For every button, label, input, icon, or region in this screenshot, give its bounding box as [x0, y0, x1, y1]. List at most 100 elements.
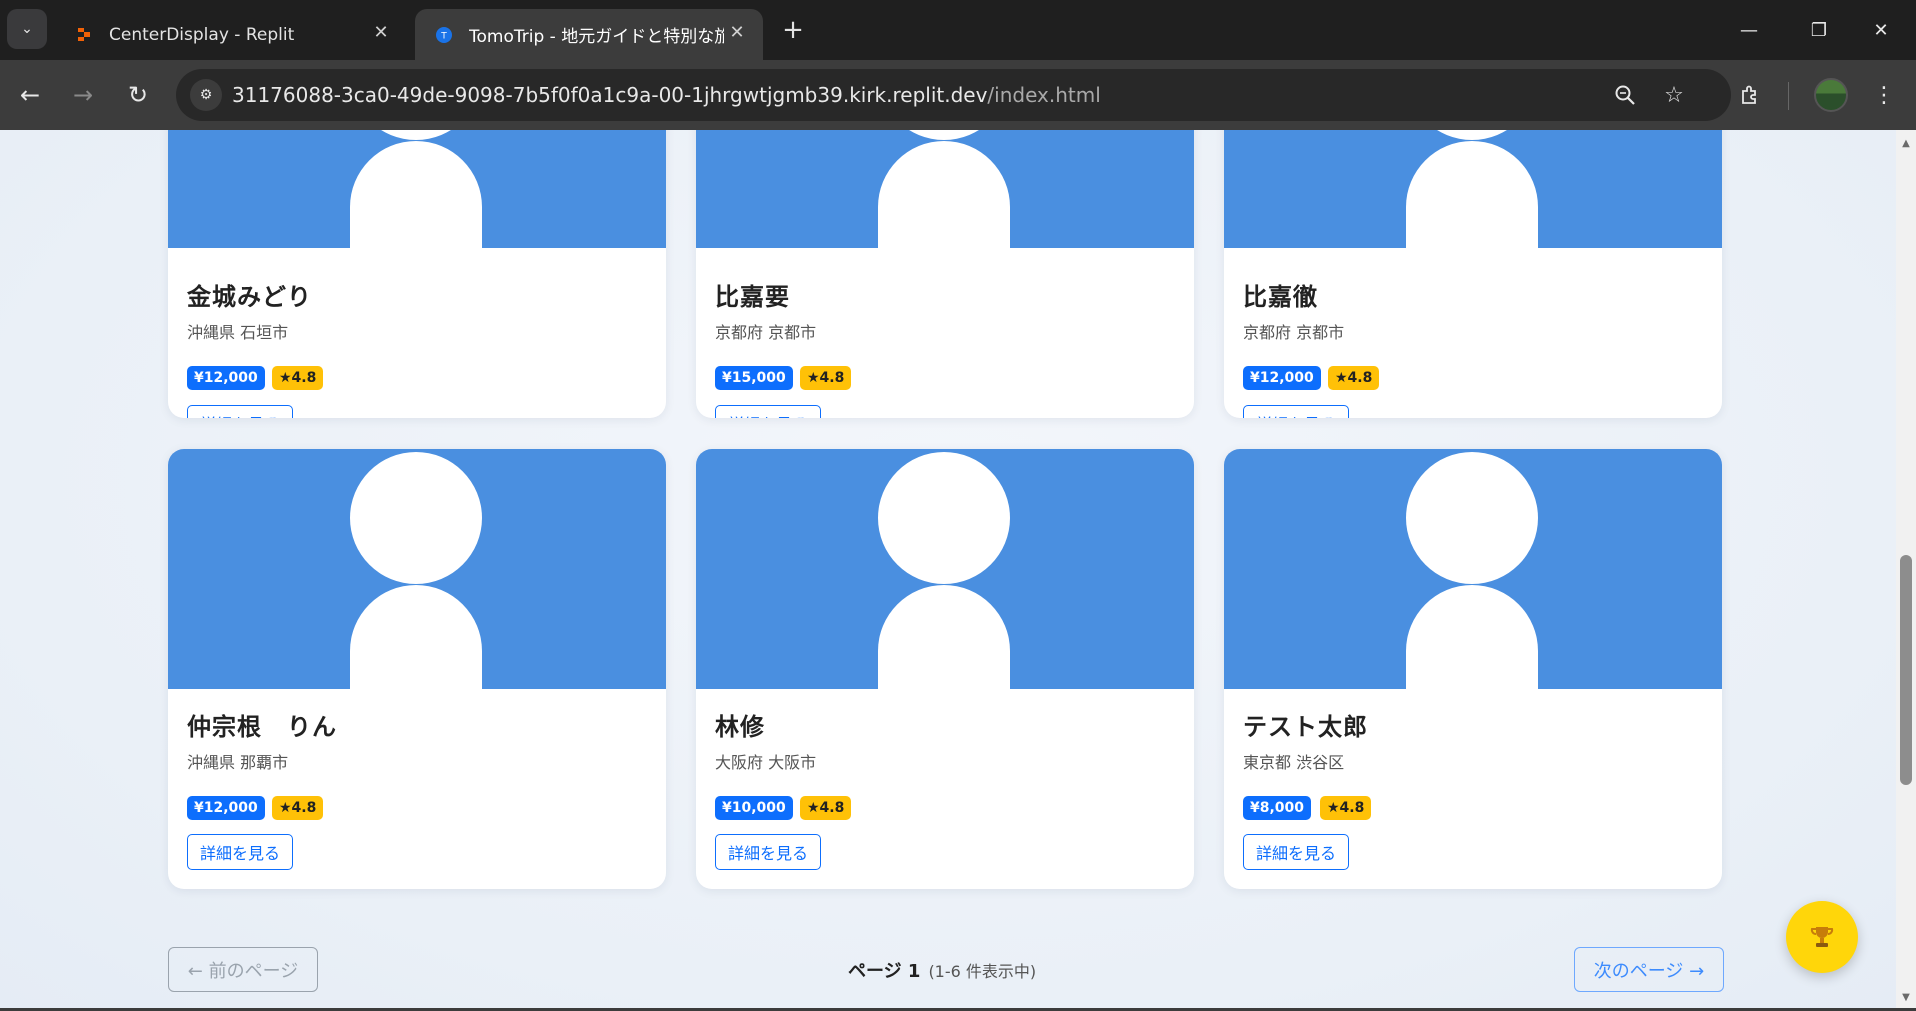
tab-title: CenterDisplay - Replit [109, 24, 295, 45]
url-text[interactable]: 31176088-3ca0-49de-9098-7b5f0f0a1c9a-00-… [232, 83, 1101, 107]
replit-icon [78, 27, 90, 41]
detail-button[interactable]: 詳細を見る [715, 405, 821, 418]
avatar-body [350, 141, 482, 248]
avatar-head [1406, 130, 1538, 140]
avatar-body [1406, 141, 1538, 248]
avatar-body [878, 141, 1010, 248]
guide-name: テスト太郎 [1243, 713, 1368, 741]
url-path: /index.html [987, 83, 1101, 107]
bookmark-star-icon[interactable]: ☆ [1660, 81, 1688, 109]
tune-icon: ⚙ [199, 87, 213, 103]
tomotrip-icon: T [436, 26, 452, 43]
guide-name: 林修 [715, 713, 765, 741]
prev-page-button[interactable]: ← 前のページ [168, 947, 318, 992]
scroll-up-icon[interactable]: ▲ [1900, 138, 1912, 150]
price-badge: ¥8,000 [1243, 796, 1312, 820]
guide-location: 京都府 京都市 [715, 323, 817, 342]
zoom-icon[interactable] [1611, 81, 1639, 109]
detail-button[interactable]: 詳細を見る [1243, 405, 1349, 418]
guide-name: 金城みどり [187, 283, 312, 311]
extensions-icon[interactable] [1734, 79, 1766, 111]
guide-location: 沖縄県 那覇市 [187, 753, 289, 772]
guide-photo [168, 130, 666, 248]
rating-badge: ★4.8 [800, 366, 852, 390]
restore-icon: ❐ [1810, 19, 1828, 41]
arrow-right-icon: → [72, 81, 94, 109]
forward-button[interactable]: → [63, 75, 103, 115]
next-page-button[interactable]: 次のページ → [1574, 947, 1724, 992]
guide-photo [696, 130, 1194, 248]
toolbar-divider [1788, 82, 1789, 110]
rating-badge: ★4.8 [1328, 366, 1380, 390]
rating-badge: ★4.8 [800, 796, 852, 820]
detail-button[interactable]: 詳細を見る [187, 405, 293, 418]
page-scrollbar[interactable]: ▲ ▼ [1896, 130, 1916, 1008]
avatar-head [350, 130, 482, 140]
guide-location: 大阪府 大阪市 [715, 753, 817, 772]
page-indicator: ページ 1 (1-6 件表示中) [848, 957, 1036, 983]
rating-badge: ★4.8 [272, 366, 324, 390]
guide-name: 仲宗根 りん [187, 713, 337, 741]
guide-card: 林修 大阪府 大阪市 ¥10,000 ★4.8 詳細を見る [696, 449, 1194, 889]
guide-card: 金城みどり 沖縄県 石垣市 ¥12,000 ★4.8 詳細を見る [168, 130, 666, 418]
guide-name: 比嘉要 [715, 283, 790, 311]
price-badge: ¥15,000 [715, 366, 793, 390]
profile-avatar[interactable] [1814, 78, 1848, 112]
price-badge: ¥10,000 [715, 796, 793, 820]
rating-badge: ★4.8 [272, 796, 324, 820]
page-number: ページ 1 [848, 961, 921, 982]
price-badge: ¥12,000 [187, 796, 265, 820]
close-icon[interactable]: ✕ [725, 22, 749, 43]
close-icon[interactable]: ✕ [369, 22, 393, 43]
price-badge: ¥12,000 [187, 366, 265, 390]
browser-toolbar: ← → ↻ ⚙ 31176088-3ca0-49de-9098-7b5f0f0a… [0, 60, 1916, 130]
svg-text:T: T [440, 31, 447, 41]
guide-location: 京都府 京都市 [1243, 323, 1345, 342]
arrow-left-icon: ← [19, 81, 41, 109]
guide-photo [696, 449, 1194, 689]
avatar-head [1406, 452, 1538, 584]
detail-button[interactable]: 詳細を見る [187, 834, 293, 870]
guide-card: 比嘉要 京都府 京都市 ¥15,000 ★4.8 詳細を見る [696, 130, 1194, 418]
minimize-icon: — [1740, 19, 1758, 41]
tab-tomotrip[interactable]: T TomoTrip - 地元ガイドと特別な旅 ✕ [415, 9, 763, 60]
url-host: 31176088-3ca0-49de-9098-7b5f0f0a1c9a-00-… [232, 83, 988, 107]
close-window-button[interactable]: ✕ [1846, 0, 1916, 60]
avatar-head [878, 452, 1010, 584]
detail-button[interactable]: 詳細を見る [715, 834, 821, 870]
tab-search-button[interactable]: ⌄ [7, 9, 47, 49]
tab-title: TomoTrip - 地元ガイドと特別な旅 [469, 27, 724, 47]
more-menu-icon[interactable]: ⋮ [1868, 79, 1900, 111]
chevron-down-icon: ⌄ [21, 21, 33, 37]
avatar-body [1406, 585, 1538, 689]
guide-name: 比嘉徹 [1243, 283, 1318, 311]
avatar-body [350, 585, 482, 689]
tab-centerdisplay[interactable]: CenterDisplay - Replit ✕ [55, 9, 407, 60]
guide-photo [1224, 449, 1722, 689]
ranking-fab-button[interactable] [1786, 901, 1858, 973]
restore-button[interactable]: ❐ [1784, 0, 1854, 60]
price-badge: ¥12,000 [1243, 366, 1321, 390]
reload-button[interactable]: ↻ [118, 75, 158, 115]
guide-photo [1224, 130, 1722, 248]
minimize-button[interactable]: — [1714, 0, 1784, 60]
scrollbar-thumb[interactable] [1900, 555, 1912, 785]
page-viewport: 金城みどり 沖縄県 石垣市 ¥12,000 ★4.8 詳細を見る 比嘉要 京都府… [0, 130, 1896, 1008]
avatar-body [878, 585, 1010, 689]
address-bar[interactable]: ⚙ 31176088-3ca0-49de-9098-7b5f0f0a1c9a-0… [176, 69, 1731, 121]
guide-photo [168, 449, 666, 689]
site-info-button[interactable]: ⚙ [190, 79, 222, 111]
new-tab-button[interactable]: + [776, 13, 810, 47]
detail-button[interactable]: 詳細を見る [1243, 834, 1349, 870]
guide-location: 東京都 渋谷区 [1243, 753, 1345, 772]
trophy-icon [1810, 927, 1834, 947]
guide-location: 沖縄県 石垣市 [187, 323, 289, 342]
plus-icon: + [782, 15, 804, 45]
back-button[interactable]: ← [10, 75, 50, 115]
avatar-head [878, 130, 1010, 140]
guide-card: テスト太郎 東京都 渋谷区 ¥8,000 ★4.8 詳細を見る [1224, 449, 1722, 889]
rating-badge: ★4.8 [1320, 796, 1372, 820]
scroll-down-icon[interactable]: ▼ [1900, 992, 1912, 1004]
tab-strip: ⌄ CenterDisplay - Replit ✕ T TomoTrip - … [0, 0, 1916, 60]
avatar-head [350, 452, 482, 584]
